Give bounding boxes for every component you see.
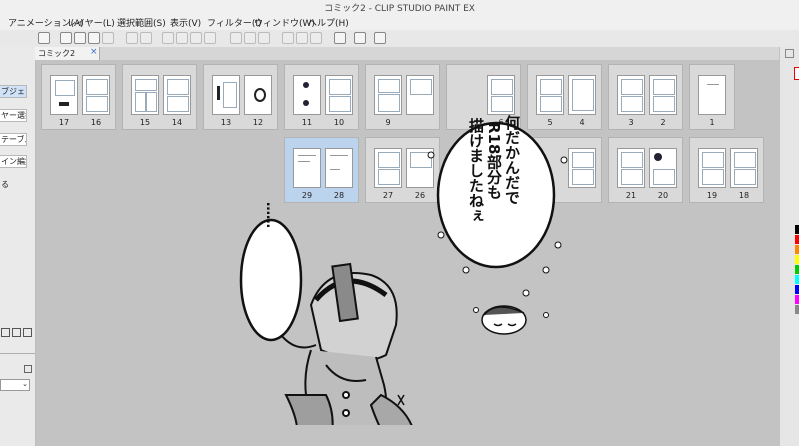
menu-layer[interactable]: レイヤー(L) bbox=[67, 16, 115, 29]
trash-icon[interactable] bbox=[23, 328, 32, 337]
panel-menu-icon[interactable] bbox=[785, 49, 794, 58]
tab-label: コミック2 bbox=[38, 49, 76, 58]
page-18[interactable] bbox=[730, 148, 758, 188]
lock-icon[interactable] bbox=[24, 365, 32, 373]
page-number: 15 bbox=[139, 118, 151, 127]
page-number: 21 bbox=[625, 191, 637, 200]
material-icon[interactable] bbox=[354, 32, 366, 44]
close-icon[interactable]: × bbox=[90, 47, 98, 57]
page-number: 17 bbox=[58, 118, 70, 127]
page-20[interactable] bbox=[649, 148, 677, 188]
color-swatch[interactable] bbox=[795, 295, 799, 304]
panel-item-object[interactable]: ブジェクト bbox=[0, 85, 27, 98]
command-bar bbox=[0, 30, 799, 48]
color-swatch[interactable] bbox=[795, 225, 799, 234]
color-indicator[interactable] bbox=[794, 67, 799, 80]
spread-15-14[interactable]: 15 14 bbox=[122, 64, 197, 130]
color-swatch[interactable] bbox=[795, 275, 799, 284]
fill-icon[interactable] bbox=[258, 32, 270, 44]
snap-icon[interactable] bbox=[296, 32, 308, 44]
snap-special-icon[interactable] bbox=[310, 32, 322, 44]
spread-19-18[interactable]: 19 18 bbox=[689, 137, 764, 203]
menu-window[interactable]: ウィンドウ(W) bbox=[254, 16, 315, 29]
color-swatch[interactable] bbox=[795, 265, 799, 274]
color-swatch[interactable] bbox=[795, 305, 799, 314]
page-1[interactable] bbox=[698, 75, 726, 115]
page-17[interactable] bbox=[50, 75, 78, 115]
menu-selection[interactable]: 選択範囲(S) bbox=[117, 16, 166, 29]
chevron-down-icon: ⌄ bbox=[22, 380, 28, 388]
chibi-face bbox=[481, 305, 527, 335]
spread-3-2[interactable]: 3 2 bbox=[608, 64, 683, 130]
new-file-icon[interactable] bbox=[60, 32, 72, 44]
new-layer-icon[interactable] bbox=[1, 328, 10, 337]
menu-help[interactable]: ヘルプ(H) bbox=[308, 16, 349, 29]
color-swatch[interactable] bbox=[795, 285, 799, 294]
bubble-text-line-2: R18部分も bbox=[485, 122, 503, 200]
title-bar: コミック2 - CLIP STUDIO PAINT EX bbox=[0, 0, 799, 14]
illustration-overlay bbox=[239, 121, 568, 425]
copy-icon[interactable] bbox=[190, 32, 202, 44]
clip-studio-icon[interactable] bbox=[334, 32, 346, 44]
redo-icon[interactable] bbox=[140, 32, 152, 44]
help-icon[interactable] bbox=[374, 32, 386, 44]
document-tabs: コミック2 × bbox=[35, 47, 779, 60]
tab-comic2[interactable]: コミック2 × bbox=[35, 47, 100, 60]
page-16[interactable] bbox=[82, 75, 110, 115]
panel-item-more[interactable]: る bbox=[0, 179, 27, 192]
camera-icon[interactable] bbox=[38, 32, 50, 44]
page-number: 2 bbox=[660, 118, 666, 127]
crouching-character bbox=[284, 262, 413, 425]
open-folder-icon[interactable] bbox=[74, 32, 86, 44]
speech-bubble-small bbox=[239, 218, 303, 342]
panel-divider bbox=[0, 353, 35, 354]
cut-icon[interactable] bbox=[176, 32, 188, 44]
save-icon[interactable] bbox=[88, 32, 100, 44]
invert-selection-icon[interactable] bbox=[244, 32, 256, 44]
page-21[interactable] bbox=[617, 148, 645, 188]
page-number: 19 bbox=[706, 191, 718, 200]
page-15[interactable] bbox=[131, 75, 159, 115]
page-3[interactable] bbox=[617, 75, 645, 115]
page-2[interactable] bbox=[649, 75, 677, 115]
page-number: 3 bbox=[628, 118, 634, 127]
page-19[interactable] bbox=[698, 148, 726, 188]
undo-icon[interactable] bbox=[126, 32, 138, 44]
dropdown-select[interactable]: ⌄ bbox=[0, 379, 30, 391]
copy-layer-icon[interactable] bbox=[12, 328, 21, 337]
color-swatch[interactable] bbox=[795, 245, 799, 254]
spread-21-20[interactable]: 21 20 bbox=[608, 137, 683, 203]
menu-view[interactable]: 表示(V) bbox=[170, 16, 201, 29]
page-number: 20 bbox=[657, 191, 669, 200]
spread-1[interactable]: 1 bbox=[689, 64, 735, 130]
page-14[interactable] bbox=[163, 75, 191, 115]
paste-icon[interactable] bbox=[204, 32, 216, 44]
menu-bar: アニメーション(A) レイヤー(L) 選択範囲(S) 表示(V) フィルター(I… bbox=[0, 14, 799, 30]
panel-item-edit[interactable]: イン編集 bbox=[0, 155, 27, 168]
page-number: 1 bbox=[709, 118, 715, 127]
left-tool-panel: ブジェクト ヤー選択 テーブル イン編集 る ⌄ bbox=[0, 47, 36, 446]
page-number: 18 bbox=[738, 191, 750, 200]
color-swatch[interactable] bbox=[795, 255, 799, 264]
page-manager-canvas: 17 16 15 14 13 12 11 10 9 6 5 4 3 2 bbox=[36, 60, 779, 446]
panel-icon-row bbox=[0, 327, 35, 339]
page-number: 16 bbox=[90, 118, 102, 127]
bubble-text-line-3: 描けましたねぇ bbox=[467, 118, 485, 223]
color-swatch[interactable] bbox=[795, 235, 799, 244]
panel-item-layer-select[interactable]: ヤー選択 bbox=[0, 109, 27, 122]
ruler-icon[interactable] bbox=[282, 32, 294, 44]
clear-icon[interactable] bbox=[162, 32, 174, 44]
page-number: 14 bbox=[171, 118, 183, 127]
window-title: コミック2 - CLIP STUDIO PAINT EX bbox=[324, 4, 475, 14]
panel-item-table[interactable]: テーブル bbox=[0, 133, 27, 146]
bubble-text-ellipsis: …… bbox=[263, 202, 278, 228]
spread-17-16[interactable]: 17 16 bbox=[41, 64, 116, 130]
right-panel-strip bbox=[779, 47, 799, 446]
deselect-icon[interactable] bbox=[230, 32, 242, 44]
bubble-text-line-1: 何だかんだで bbox=[503, 115, 521, 205]
print-icon[interactable] bbox=[102, 32, 114, 44]
